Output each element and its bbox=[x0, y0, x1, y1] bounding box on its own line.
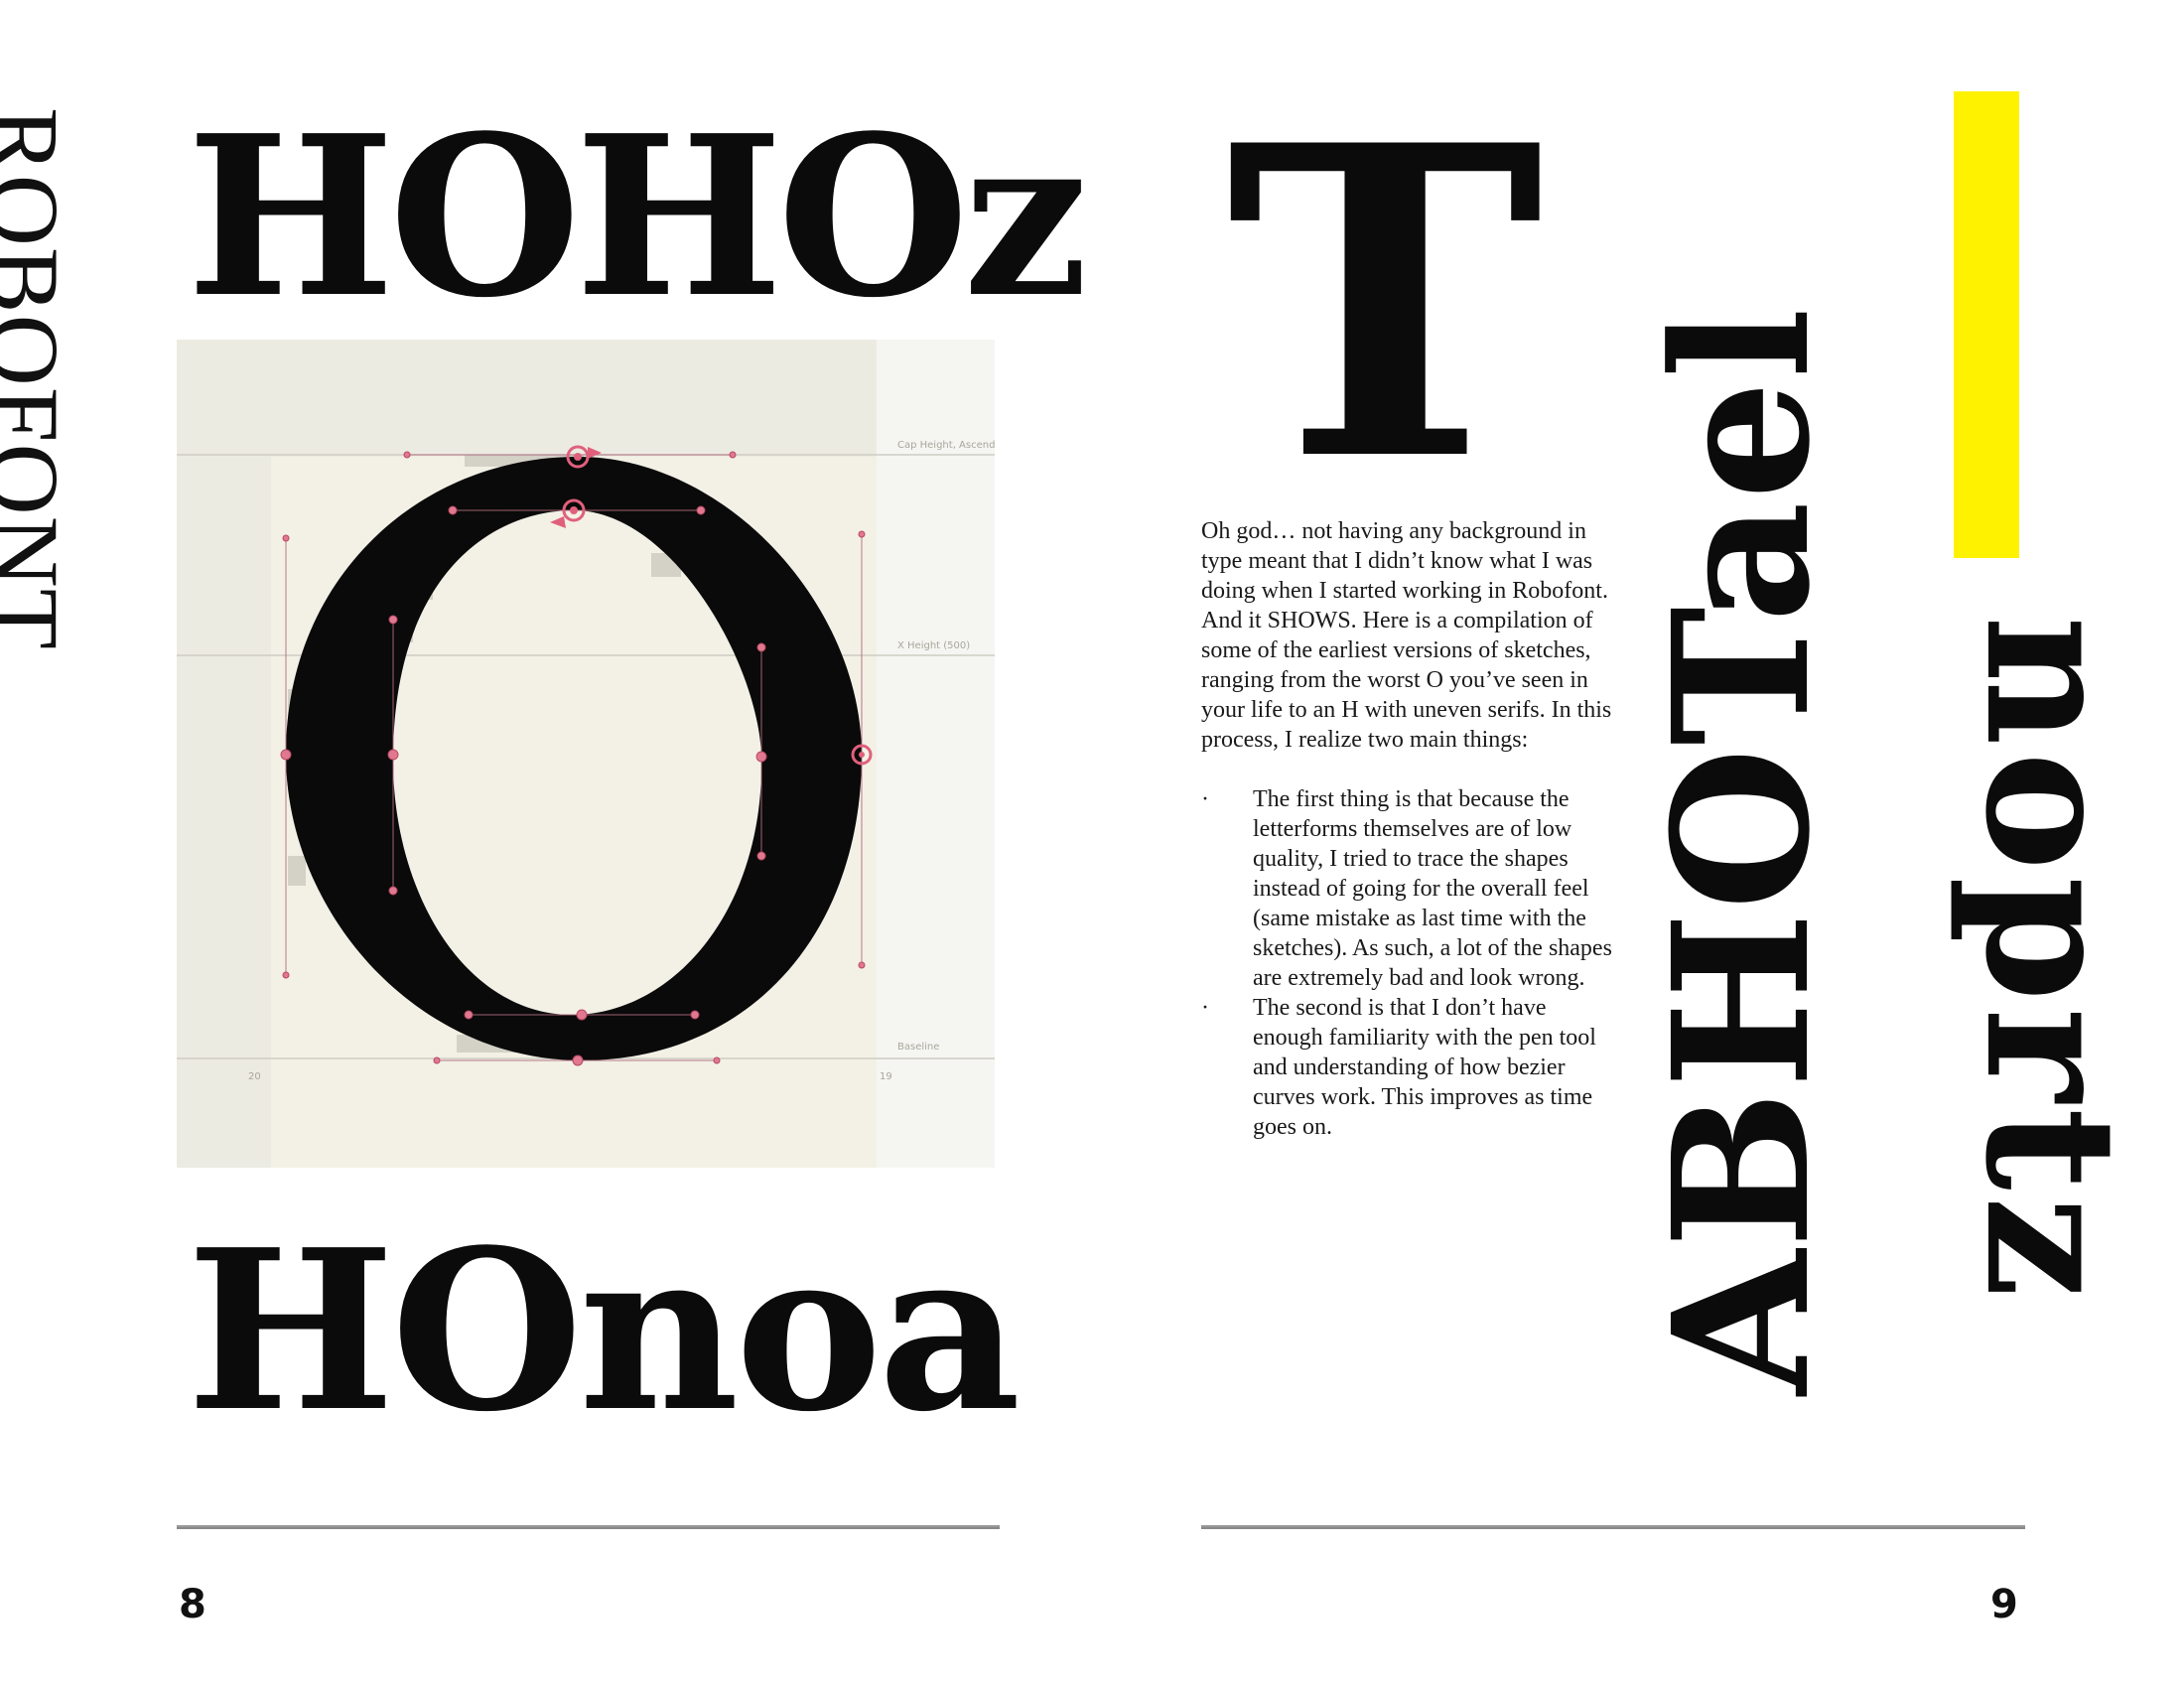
robofont-glyph-editor: Cap Height, Ascender X Height (500) Base… bbox=[177, 340, 995, 1168]
bullet-icon: · bbox=[1201, 995, 1209, 1021]
specimen-bottom: HOnoa bbox=[187, 1202, 1021, 1461]
list-item-text: The second is that I don’t have enough f… bbox=[1253, 995, 1596, 1140]
bullet-icon: · bbox=[1201, 786, 1209, 812]
sidebearing-right-value: 19 bbox=[880, 1071, 892, 1082]
list-item: · The second is that I don’t have enough… bbox=[1201, 993, 1618, 1142]
guide-label-cap-height: Cap Height, Ascender bbox=[897, 440, 995, 451]
intro-paragraph: Oh god… not having any background in typ… bbox=[1201, 518, 1612, 753]
vertical-title-text: ROBOFONT bbox=[0, 107, 79, 650]
vertical-specimen-1-text: ABHOTael bbox=[1632, 306, 1851, 1395]
list-item-text: The first thing is that because the lett… bbox=[1253, 786, 1612, 991]
footer-rule-right bbox=[1201, 1525, 2025, 1529]
body-text: Oh god… not having any background in typ… bbox=[1201, 516, 1618, 1142]
specimen-top: HOHOz bbox=[187, 88, 1088, 347]
big-letter-t: T bbox=[1226, 54, 1544, 555]
page-number-right: 9 bbox=[1990, 1582, 2018, 1627]
list-item: · The first thing is that because the le… bbox=[1201, 784, 1618, 993]
accent-bar bbox=[1954, 91, 2019, 558]
vertical-specimen-noprtz: noprtz bbox=[1946, 616, 2155, 1370]
sidebearing-left-value: 20 bbox=[248, 1071, 261, 1082]
vertical-specimen-abhotael: ABHOTael bbox=[1632, 109, 1851, 1400]
guide-label-x-height: X Height (500) bbox=[897, 640, 970, 651]
page-number-left: 8 bbox=[179, 1582, 206, 1627]
vertical-title-robofont: ROBOFONT bbox=[0, 107, 79, 862]
takeaways-list: · The first thing is that because the le… bbox=[1201, 784, 1618, 1142]
guide-label-baseline: Baseline bbox=[897, 1042, 939, 1053]
vertical-specimen-2-text: noprtz bbox=[1946, 616, 2155, 1304]
footer-rule-left bbox=[177, 1525, 1000, 1529]
